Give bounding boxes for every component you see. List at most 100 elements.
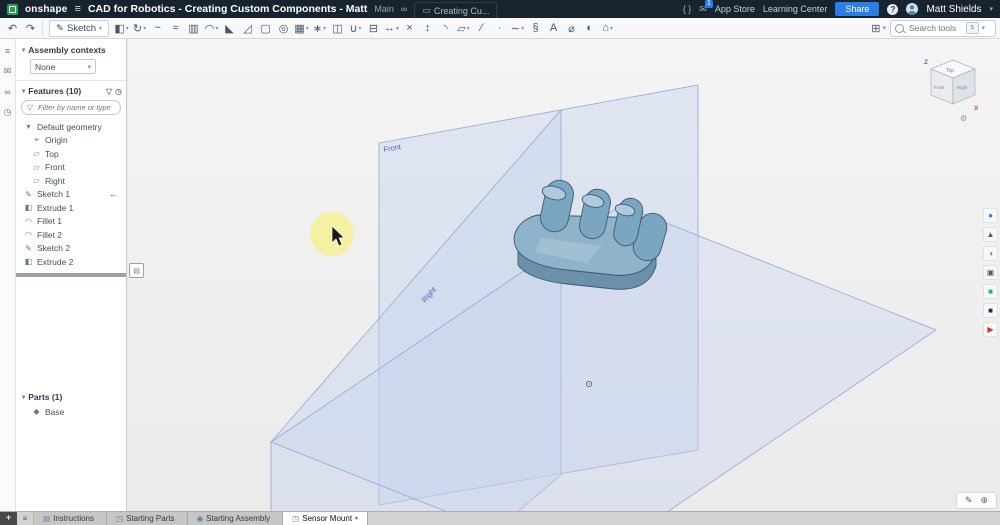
comments-icon[interactable]: ✉ [4,66,12,77]
share-button[interactable]: Share [835,2,880,16]
offset-surface-icon[interactable]: ◝▾ [437,20,454,37]
tree-item-fillet-1[interactable]: ◠ Fillet 1 [16,215,126,229]
feature-label: Extrude 2 [37,256,74,267]
teal-extension-icon[interactable]: ■ [983,284,998,299]
axis-icon[interactable]: ∕▾ [473,20,490,37]
edit-overlay-button[interactable]: ✎ [965,495,973,506]
tree-item-front[interactable]: ▱ Front [16,161,126,175]
tree-item-extrude-1[interactable]: ◧ Extrude 1 [16,201,126,215]
help-button[interactable]: ? [887,3,899,15]
sketch-button[interactable]: ✎ Sketch ▾ [49,19,110,37]
transform-icon[interactable]: ↔ ▾ [383,20,400,37]
revolve-icon[interactable]: ↻ ▾ [131,20,148,37]
move-face-icon[interactable]: ↕▾ [419,20,436,37]
circular-pattern-icon[interactable]: ∗ ▾ [311,20,328,37]
linear-pattern-icon[interactable]: ▦ ▾ [293,20,310,37]
parts-header[interactable]: ▾ Parts (1) [16,389,126,405]
origin-marker[interactable] [585,380,593,388]
rollback-bar-handle[interactable]: ▤ [129,263,144,278]
pointer-tool-icon[interactable]: ▲ [983,227,998,242]
tree-item-origin[interactable]: ⌖ Origin [16,134,126,148]
tab-instructions[interactable]: ▤ Instructions [34,512,107,525]
sweep-icon[interactable]: ~▾ [149,20,166,37]
context-select[interactable]: None ▾ [30,59,96,74]
split-icon[interactable]: ⊟▾ [365,20,382,37]
undo-icon[interactable]: ↶ [4,20,21,37]
text-tool-icon[interactable]: A▾ [545,20,562,37]
tree-item-sketch-2[interactable]: ✎ Sketch 2 [16,242,126,256]
mirror-icon[interactable]: ◫▾ [329,20,346,37]
main-menu-icon[interactable]: ≡ [75,3,81,15]
history-icon[interactable]: ◷ [4,107,12,118]
section-view-icon[interactable]: ◑ [983,246,998,261]
named-views-icon[interactable]: ⌂ ▾ [599,20,616,37]
tab-starting-assembly[interactable]: ◉ Starting Assembly [187,512,284,525]
chamfer-icon[interactable]: ◣▾ [221,20,238,37]
search-tools-box[interactable]: s ▾ [890,19,996,37]
rollback-bar[interactable] [16,272,126,277]
filter-icon[interactable]: ▽ [106,87,112,96]
document-tab[interactable]: ▭ Creating Cu... [414,2,498,19]
user-name[interactable]: Matt Shields [926,4,981,15]
plane-icon[interactable]: ▱ ▾ [455,20,472,37]
assembly-contexts-header[interactable]: ▾ Assembly contexts [16,39,126,58]
boolean-icon[interactable]: ∪ ▾ [347,20,364,37]
globe-overlay-button[interactable]: ⊕ [980,495,988,506]
shell-icon[interactable]: ▢▾ [257,20,274,37]
branch-label[interactable]: Main [374,4,394,14]
draft-icon[interactable]: ◿▾ [239,20,256,37]
dev-tools-icon[interactable]: { } [683,4,692,14]
helix-icon[interactable]: §▾ [527,20,544,37]
curve-icon[interactable]: ∼ ▾ [509,20,526,37]
feature-filter-input[interactable] [36,102,121,113]
tree-item-fillet-2[interactable]: ◠ Fillet 2 [16,228,126,242]
tree-item-sketch-1[interactable]: ✎ Sketch 1 ← [16,188,126,202]
tab-list-menu-icon[interactable]: ≡ [17,512,34,525]
measure-icon[interactable]: ⌀▾ [563,20,580,37]
grid-view-icon[interactable]: ▣ [983,265,998,280]
dark-extension-icon[interactable]: ■ [983,303,998,318]
delete-part-icon[interactable]: ×▾ [401,20,418,37]
versions-icon[interactable]: ∞ [4,87,10,97]
tree-item-top[interactable]: ▱ Top [16,147,126,161]
tab-sensor-mount[interactable]: ◳ Sensor Mount ▾ [283,512,369,525]
feature-list-icon[interactable]: ≡ [5,46,10,56]
loft-icon[interactable]: ≈▾ [167,20,184,37]
tree-item-extrude-2[interactable]: ◧ Extrude 2 [16,255,126,269]
fillet-icon[interactable]: ◠ ▾ [203,20,220,37]
redo-icon[interactable]: ↷ [22,20,39,37]
document-tab-bar: + ≡ ▤ Instructions ◳ Starting Parts ◉ St… [0,511,1000,525]
tree-item-base[interactable]: ◆ Base [16,405,126,419]
appearance-icon[interactable]: ◐▾ [581,20,598,37]
feature-filter-box[interactable]: ▽ [21,100,121,115]
search-tools-input[interactable] [907,22,963,34]
add-tab-button[interactable]: + [0,512,17,525]
feature-label: Sketch 2 [37,243,71,254]
features-header[interactable]: ▾ Features (10) ▽ ◷ [16,83,126,99]
view-settings-gear-icon[interactable]: ⚙ [960,114,967,123]
app-store-link[interactable]: App Store [715,4,755,14]
search-caret-icon[interactable]: ▾ [982,24,986,32]
point-icon[interactable]: ∙▾ [491,20,508,37]
tab-starting-parts[interactable]: ◳ Starting Parts [107,512,188,525]
graphics-viewport[interactable]: Front Right Top Front Right Z X ⚙ [128,39,1000,512]
notifications-button[interactable]: ✉ 1 [699,0,713,15]
custom-toolbar-menu[interactable]: ⊞ ▾ [871,22,886,35]
orbit-view-icon[interactable]: ● [983,208,998,223]
hole-icon[interactable]: ◎▾ [275,20,292,37]
extrude-icon[interactable]: ◧ ▾ [113,20,130,37]
user-menu-caret-icon[interactable]: ▾ [989,5,993,13]
learning-center-link[interactable]: Learning Center [763,4,828,14]
thicken-icon[interactable]: ▥▾ [185,20,202,37]
view-cube[interactable]: Top Front Right [930,59,976,105]
feature-label: Right [45,175,65,186]
view-cube-right-label: Right [957,85,968,90]
link-icon[interactable]: ∞ [401,4,407,14]
onshape-logo-icon[interactable] [7,3,18,15]
search-shortcut-key: s [966,22,979,34]
tree-group-default-geometry[interactable]: ▾ Default geometry [16,120,126,134]
video-extension-icon[interactable]: ▶ [983,322,998,337]
rollback-history-icon[interactable]: ◷ [115,87,122,96]
user-avatar[interactable] [906,3,919,15]
tree-item-right[interactable]: ▱ Right [16,174,126,188]
